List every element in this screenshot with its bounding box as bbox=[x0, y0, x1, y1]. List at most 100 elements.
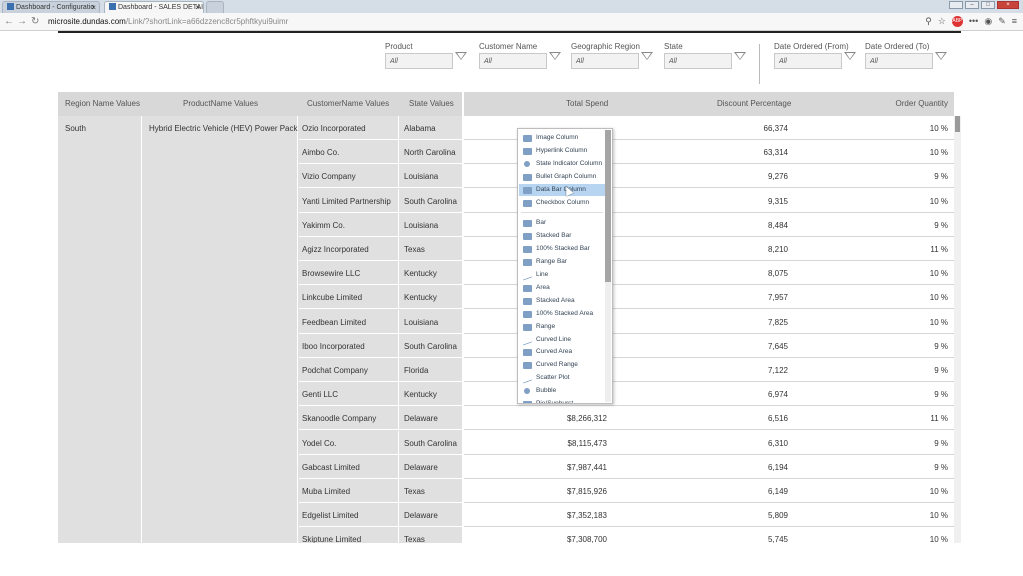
scrollbar-thumb[interactable] bbox=[955, 116, 960, 132]
menu-item-data-bar-column[interactable]: Data Bar Column bbox=[519, 183, 605, 196]
filter-funnel-icon[interactable] bbox=[935, 52, 947, 60]
table-row[interactable]: $7,352,183 5,809 10 % bbox=[464, 503, 954, 528]
header-discount[interactable]: Discount Percentage bbox=[717, 92, 791, 116]
new-tab-button[interactable] bbox=[206, 1, 224, 13]
back-icon[interactable]: ← bbox=[4, 16, 14, 27]
filter-date-to-input[interactable]: All bbox=[865, 53, 933, 69]
menu-item-hyperlink-column[interactable]: Hyperlink Column bbox=[519, 145, 605, 157]
extension-icon[interactable]: ••• bbox=[969, 16, 978, 27]
filter-region-input[interactable]: All bbox=[571, 53, 639, 69]
table-row[interactable]: Yodel Co. South Carolina bbox=[299, 430, 462, 455]
header-order-quantity[interactable]: Order Quantity bbox=[896, 92, 948, 116]
table-row[interactable]: $8,266,312 6,516 11 % bbox=[464, 406, 954, 431]
table-row[interactable]: Gabcast Limited Delaware bbox=[299, 454, 462, 479]
image-column-icon bbox=[523, 135, 532, 142]
table-row[interactable]: Edgelist Limited Delaware bbox=[299, 503, 462, 528]
menu-item-stacked-area[interactable]: Stacked Area bbox=[519, 295, 605, 307]
region-cell: South bbox=[58, 116, 142, 543]
menu-item-range[interactable]: Range bbox=[519, 321, 605, 333]
menu-item-stacked-bar[interactable]: Stacked Bar bbox=[519, 230, 605, 242]
filter-funnel-icon[interactable] bbox=[549, 52, 561, 60]
order-quantity-cell: 9 % bbox=[934, 462, 948, 472]
menu-item-100-stacked-area[interactable]: 100% Stacked Area bbox=[519, 308, 605, 320]
order-quantity-cell: 10 % bbox=[929, 535, 948, 543]
filter-customer-input[interactable]: All bbox=[479, 53, 547, 69]
table-row[interactable]: Iboo Incorporated South Carolina bbox=[299, 333, 462, 358]
bullet-graph-icon bbox=[523, 173, 532, 181]
filter-funnel-icon[interactable] bbox=[641, 52, 653, 60]
browser-tab-configuration[interactable]: Dashboard - Configuratio × bbox=[2, 1, 100, 13]
filter-funnel-icon[interactable] bbox=[455, 52, 467, 60]
minimize-icon[interactable]: – bbox=[965, 1, 979, 9]
adblock-icon[interactable]: ABP bbox=[951, 16, 963, 27]
menu-scrollbar[interactable] bbox=[605, 130, 611, 402]
close-tab-icon[interactable]: × bbox=[195, 2, 200, 13]
table-row[interactable]: Linkcube Limited Kentucky bbox=[299, 285, 462, 310]
menu-item-label: Range bbox=[536, 322, 556, 330]
menu-item-line[interactable]: Line bbox=[519, 269, 605, 281]
bookmark-star-icon[interactable]: ☆ bbox=[938, 16, 946, 27]
menu-item-curved-area[interactable]: Curved Area bbox=[519, 346, 605, 358]
tools-icon[interactable]: ✎ bbox=[998, 16, 1006, 27]
table-row[interactable]: Yakimm Co. Louisiana bbox=[299, 212, 462, 237]
forward-icon[interactable]: → bbox=[17, 16, 27, 27]
menu-item-image-column[interactable]: Image Column bbox=[519, 132, 605, 144]
menu-item-100-stacked-bar[interactable]: 100% Stacked Bar bbox=[519, 243, 605, 255]
menu-item-pie-sunburst[interactable]: Pie/Sunburst bbox=[519, 398, 605, 403]
close-tab-icon[interactable]: × bbox=[91, 2, 96, 13]
table-row[interactable]: Aimbo Co. North Carolina bbox=[299, 140, 462, 165]
menu-item-checkbox-column[interactable]: Checkbox Column bbox=[519, 197, 605, 209]
filter-funnel-icon[interactable] bbox=[844, 52, 856, 60]
table-row[interactable]: Feedbean Limited Louisiana bbox=[299, 309, 462, 334]
browser-tab-sales-detail[interactable]: Dashboard - SALES DETAI × bbox=[104, 1, 204, 13]
filter-date-from-input[interactable]: All bbox=[774, 53, 842, 69]
maximize-icon[interactable]: □ bbox=[981, 1, 995, 9]
menu-item-state-indicator-column[interactable]: State Indicator Column bbox=[519, 158, 605, 170]
table-row[interactable]: $7,987,441 6,194 9 % bbox=[464, 455, 954, 479]
table-scrollbar[interactable] bbox=[954, 116, 961, 543]
dundas-favicon-icon bbox=[7, 3, 14, 10]
state-cell: Alabama bbox=[404, 124, 436, 133]
table-row[interactable]: $8,115,473 6,310 9 % bbox=[464, 431, 954, 455]
reload-icon[interactable]: ↻ bbox=[31, 16, 39, 27]
close-window-icon[interactable]: × bbox=[997, 1, 1019, 9]
filter-funnel-icon[interactable] bbox=[734, 52, 746, 60]
table-row[interactable]: Genti LLC Kentucky bbox=[299, 382, 462, 407]
menu-item-curved-line[interactable]: Curved Line bbox=[519, 334, 605, 346]
table-row[interactable]: Yanti Limited Partnership South Carolina bbox=[299, 188, 462, 213]
header-total-spend[interactable]: Total Spend bbox=[566, 92, 608, 116]
menu-icon[interactable]: ≡ bbox=[1012, 16, 1017, 27]
filter-state-input[interactable]: All bbox=[664, 53, 732, 69]
header-product[interactable]: ProductName Values bbox=[183, 92, 258, 116]
cell-divider bbox=[398, 212, 399, 237]
menu-item-bullet-graph-column[interactable]: Bullet Graph Column bbox=[519, 171, 605, 183]
menu-item-area[interactable]: Area bbox=[519, 282, 605, 294]
header-region[interactable]: Region Name Values bbox=[65, 92, 140, 116]
table-left-body: South Hybrid Electric Vehicle (HEV) Powe… bbox=[58, 116, 462, 543]
menu-item-bubble[interactable]: Bubble bbox=[519, 385, 605, 397]
header-state[interactable]: State Values bbox=[409, 92, 454, 116]
table-row[interactable]: Podchat Company Florida bbox=[299, 358, 462, 382]
recording-icon[interactable]: ◉ bbox=[984, 16, 992, 27]
table-row[interactable]: Skiptune Limited Texas bbox=[299, 527, 462, 543]
url-field[interactable]: microsite.dundas.com/Link/?shortLink=a66… bbox=[48, 16, 288, 28]
menu-scrollbar-thumb[interactable] bbox=[605, 130, 611, 282]
menu-item-scatter-plot[interactable]: Scatter Plot bbox=[519, 372, 605, 384]
filter-product-input[interactable]: All bbox=[385, 53, 453, 69]
table-row[interactable]: Browsewire LLC Kentucky bbox=[299, 261, 462, 286]
table-row[interactable]: Muba Limited Texas bbox=[299, 479, 462, 503]
menu-item-range-bar[interactable]: Range Bar bbox=[519, 256, 605, 268]
menu-item-curved-range[interactable]: Curved Range bbox=[519, 359, 605, 371]
user-icon[interactable] bbox=[949, 1, 963, 9]
table-row[interactable]: Agizz Incorporated Texas bbox=[299, 237, 462, 261]
cell-divider bbox=[398, 333, 399, 358]
header-customer[interactable]: CustomerName Values bbox=[307, 92, 389, 116]
table-row[interactable]: Skanoodle Company Delaware bbox=[299, 406, 462, 431]
table-row[interactable]: Ozio Incorporated Alabama bbox=[299, 116, 462, 140]
table-row[interactable]: $7,308,700 5,745 10 % bbox=[464, 527, 954, 543]
menu-item-bar[interactable]: Bar bbox=[519, 217, 605, 229]
table-row[interactable]: $7,815,926 6,149 10 % bbox=[464, 479, 954, 503]
key-icon[interactable]: ⚲ bbox=[925, 16, 932, 27]
discount-cell: 6,516 bbox=[767, 414, 788, 424]
table-row[interactable]: Vizio Company Louisiana bbox=[299, 164, 462, 189]
